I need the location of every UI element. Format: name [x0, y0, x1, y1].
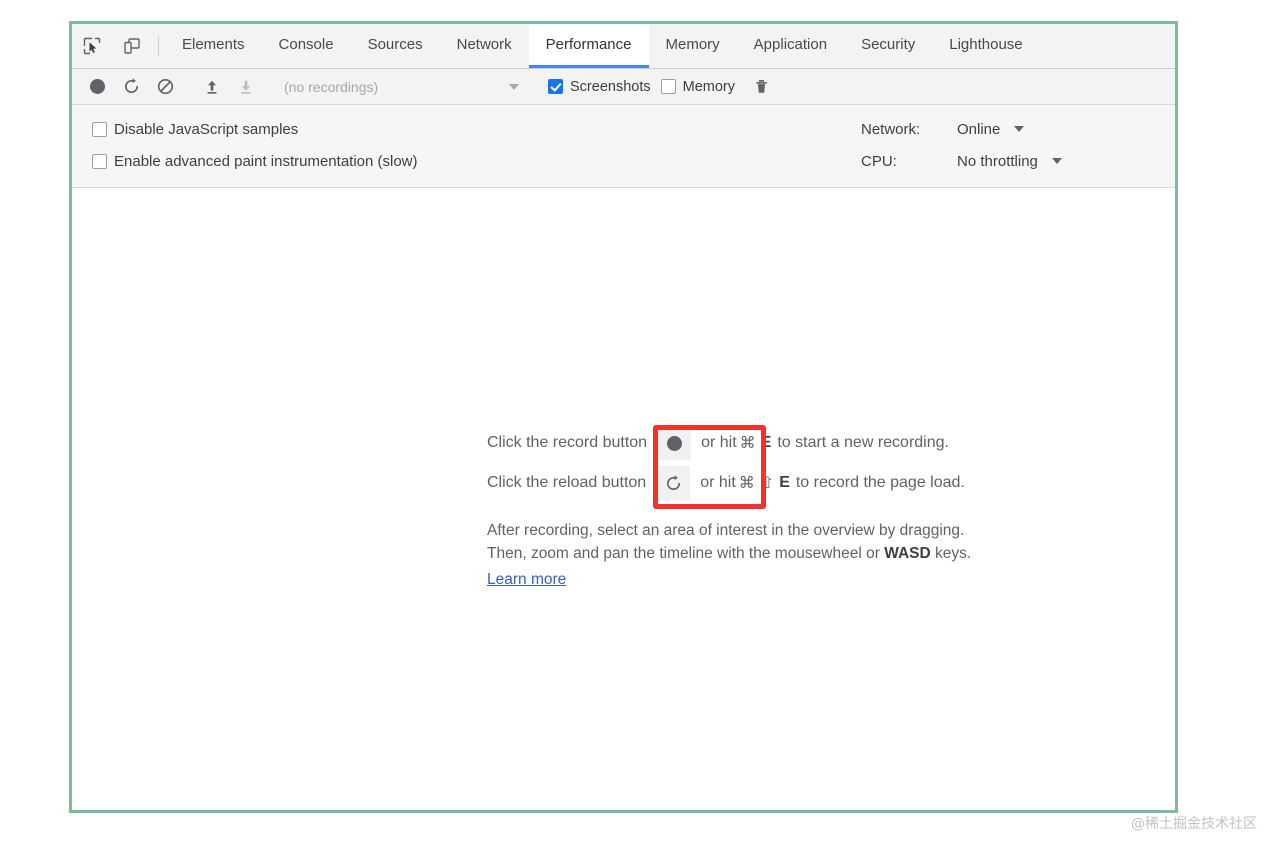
network-label: Network: — [861, 120, 921, 138]
performance-controlbar: (no recordings) Screenshots Memory — [72, 69, 1175, 105]
tab-label: Security — [861, 36, 916, 53]
recordings-value: (no recordings) — [284, 78, 379, 95]
record-instruction-post: to start a new recording. — [777, 434, 949, 451]
watermark-text: @稀土掘金技术社区 — [1131, 816, 1257, 832]
chevron-down-icon — [1051, 158, 1062, 164]
reload-icon[interactable] — [656, 466, 691, 500]
devtools-tabstrip: Elements Console Sources Network Perform… — [72, 24, 1175, 69]
network-throttling-row[interactable]: Network: Online — [861, 113, 1161, 145]
trash-icon[interactable] — [745, 70, 779, 104]
network-value: Online — [957, 120, 1001, 138]
reload-instruction-pre: Click the reload button — [487, 474, 647, 491]
tab-lighthouse[interactable]: Lighthouse — [932, 24, 1039, 68]
throttling-settings: Network: Online CPU: No throttling — [861, 113, 1161, 177]
cpu-value: No throttling — [957, 152, 1038, 170]
record-instruction-mid: or hit — [701, 434, 737, 451]
advanced-paint-label: Enable advanced paint instrumentation (s… — [114, 152, 418, 170]
checkbox-box — [548, 79, 563, 94]
tab-label: Console — [278, 36, 334, 53]
devtools-window: Elements Console Sources Network Perform… — [69, 21, 1178, 813]
tab-label: Lighthouse — [949, 36, 1023, 53]
tab-memory[interactable]: Memory — [649, 24, 737, 68]
clear-icon[interactable] — [148, 70, 182, 104]
wasd-keys: WASD — [884, 545, 931, 562]
download-profile-icon[interactable] — [229, 70, 263, 104]
tab-label: Performance — [545, 36, 632, 53]
tab-elements[interactable]: Elements — [165, 24, 262, 68]
performance-settings-pane: Disable JavaScript samples Enable advanc… — [72, 105, 1175, 188]
reload-instruction-post: to record the page load. — [795, 474, 965, 491]
screenshots-checkbox[interactable]: Screenshots — [548, 79, 651, 95]
cpu-label: CPU: — [861, 152, 897, 170]
tab-performance[interactable]: Performance — [528, 24, 649, 68]
record-instruction-line: Click the record button or hit ⌘ E to st… — [487, 423, 1107, 463]
recordings-dropdown[interactable]: (no recordings) — [284, 79, 525, 95]
memory-label: Memory — [682, 78, 735, 95]
checkbox-box — [92, 121, 107, 137]
performance-empty-panel: Click the record button or hit ⌘ E to st… — [72, 188, 1175, 808]
toolbar-divider — [158, 36, 159, 56]
tab-label: Sources — [367, 36, 423, 53]
shift-key-symbol: ⇧ — [760, 475, 775, 492]
device-toolbar-icon[interactable] — [112, 24, 152, 68]
upload-profile-icon[interactable] — [195, 70, 229, 104]
tab-console[interactable]: Console — [262, 24, 351, 68]
record-instruction-pre: Click the record button — [487, 434, 648, 451]
inspect-cursor-icon[interactable] — [72, 24, 112, 68]
record-shortcut-key: E — [760, 434, 772, 451]
tab-label: Network — [456, 36, 512, 53]
tab-label: Elements — [182, 36, 245, 53]
screenshots-label: Screenshots — [570, 78, 651, 95]
command-key-symbol: ⌘ — [738, 475, 755, 492]
record-icon[interactable] — [657, 426, 692, 460]
help-line-2-pre: Then, zoom and pan the timeline with the… — [487, 545, 880, 562]
tab-network[interactable]: Network — [440, 24, 529, 68]
checkbox-box — [660, 79, 676, 94]
tab-label: Memory — [665, 36, 720, 53]
chevron-down-icon — [509, 83, 519, 90]
disable-js-samples-label: Disable JavaScript samples — [114, 120, 299, 138]
help-line-1: After recording, select an area of inter… — [487, 522, 965, 539]
tab-application[interactable]: Application — [737, 24, 844, 68]
landing-instructions: Click the record button or hit ⌘ E to st… — [487, 423, 1107, 591]
help-line-2-post: keys. — [935, 545, 972, 562]
chevron-down-icon — [1014, 126, 1025, 132]
cpu-throttling-row[interactable]: CPU: No throttling — [861, 145, 1161, 177]
learn-more-link[interactable]: Learn more — [487, 568, 566, 591]
command-key-symbol: ⌘ — [739, 435, 756, 452]
tab-sources[interactable]: Sources — [351, 24, 440, 68]
memory-checkbox[interactable]: Memory — [660, 78, 735, 95]
checkbox-box — [92, 153, 107, 169]
help-line-2: Then, zoom and pan the timeline with the… — [487, 542, 1107, 565]
reload-instruction-mid: or hit — [700, 474, 736, 491]
reload-icon[interactable] — [114, 70, 148, 104]
record-icon[interactable] — [80, 70, 114, 104]
reload-shortcut-key: E — [779, 474, 790, 491]
overview-help-paragraph: After recording, select an area of inter… — [487, 519, 1107, 591]
tab-security[interactable]: Security — [844, 24, 932, 68]
tab-label: Application — [753, 36, 828, 53]
reload-instruction-line: Click the reload button or hit ⌘ ⇧ E to … — [487, 463, 1107, 503]
